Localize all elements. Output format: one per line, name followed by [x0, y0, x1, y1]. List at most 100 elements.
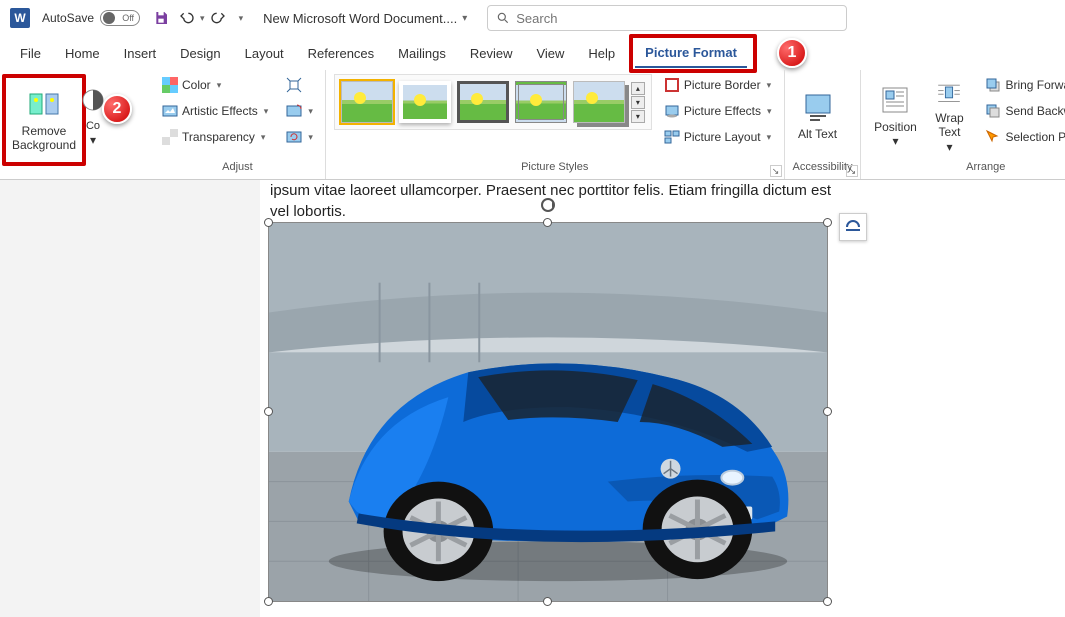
- picture-style-thumb[interactable]: [341, 81, 393, 123]
- tab-references[interactable]: References: [298, 40, 384, 67]
- accessibility-group-label: Accessibility: [793, 161, 853, 175]
- title-bar: W AutoSave Off ▾ ▾ New Microsoft Word Do…: [0, 0, 1065, 36]
- autosave-toggle[interactable]: Off: [100, 10, 140, 26]
- remove-background-label: Remove Background: [10, 124, 78, 153]
- position-button[interactable]: Position▾: [869, 74, 921, 158]
- send-backward-icon: [985, 103, 1001, 119]
- resize-handle[interactable]: [264, 597, 273, 606]
- artistic-effects-button[interactable]: Artistic Effects▾: [158, 100, 272, 122]
- arrange-group-label: Arrange: [869, 161, 1065, 175]
- resize-handle[interactable]: [264, 407, 273, 416]
- rotate-handle[interactable]: [540, 197, 556, 213]
- picture-selection-frame[interactable]: [268, 222, 828, 602]
- bring-forward-icon: [985, 77, 1001, 93]
- tab-home[interactable]: Home: [55, 40, 110, 67]
- transparency-button[interactable]: Transparency▾: [158, 126, 272, 148]
- ribbon-tabs: File Home Insert Design Layout Reference…: [0, 36, 1065, 70]
- gallery-down-icon[interactable]: ▾: [631, 96, 645, 109]
- send-backward-button[interactable]: Send Backward▾: [981, 100, 1065, 122]
- compress-icon: [286, 77, 302, 93]
- autosave-label: AutoSave: [42, 11, 94, 25]
- position-label: Position: [874, 120, 917, 134]
- picture-border-button[interactable]: Picture Border▾: [660, 74, 776, 96]
- ribbon: Remove Background Co▾ 2 . Color▾ Artisti…: [0, 70, 1065, 180]
- artistic-effects-icon: [162, 103, 178, 119]
- paragraph-text: ipsum vitae laoreet ullamcorper. Praesen…: [270, 180, 1055, 222]
- remove-background-icon: [28, 88, 60, 120]
- inserted-picture[interactable]: [269, 223, 827, 601]
- reset-picture-button[interactable]: ▾: [282, 126, 317, 148]
- tab-picture-format[interactable]: Picture Format: [635, 39, 747, 68]
- bring-forward-button[interactable]: Bring Forward▾: [981, 74, 1065, 96]
- color-button[interactable]: Color▾: [158, 74, 272, 96]
- color-icon: [162, 77, 178, 93]
- callout-highlight-picture-format: Picture Format: [629, 34, 757, 73]
- compress-pictures-button[interactable]: [282, 74, 317, 96]
- picture-style-thumb[interactable]: [399, 81, 451, 123]
- alt-text-icon: [802, 91, 834, 123]
- picture-effects-icon: [664, 103, 680, 119]
- tab-insert[interactable]: Insert: [114, 40, 167, 67]
- transparency-icon: [162, 129, 178, 145]
- redo-button[interactable]: [207, 7, 229, 29]
- picture-style-thumb[interactable]: [573, 81, 625, 123]
- resize-handle[interactable]: [823, 218, 832, 227]
- remove-background-button[interactable]: Remove Background: [6, 78, 82, 162]
- adjust-group-label: Adjust: [158, 161, 317, 175]
- resize-handle[interactable]: [543, 218, 552, 227]
- tab-mailings[interactable]: Mailings: [388, 40, 456, 67]
- corrections-button[interactable]: Co▾: [84, 74, 102, 158]
- picture-style-thumb[interactable]: [515, 81, 567, 123]
- selection-pane-icon: [985, 129, 1001, 145]
- tab-layout[interactable]: Layout: [235, 40, 294, 67]
- page-margin: [0, 180, 260, 617]
- search-box[interactable]: [487, 5, 847, 31]
- picture-styles-group-label: Picture Styles: [334, 161, 776, 175]
- reset-picture-icon: [286, 129, 302, 145]
- callout-number-1: 1: [777, 38, 807, 68]
- picture-layout-icon: [664, 129, 680, 145]
- tab-view[interactable]: View: [526, 40, 574, 67]
- resize-handle[interactable]: [543, 597, 552, 606]
- position-icon: [879, 84, 911, 116]
- resize-handle[interactable]: [823, 597, 832, 606]
- document-title[interactable]: New Microsoft Word Document.... ▾: [263, 11, 467, 26]
- document-page[interactable]: ipsum vitae laoreet ullamcorper. Praesen…: [260, 180, 1065, 617]
- gallery-up-icon[interactable]: ▴: [631, 82, 645, 95]
- word-app-icon: W: [10, 8, 30, 28]
- tab-design[interactable]: Design: [170, 40, 230, 67]
- wrap-text-button[interactable]: Wrap Text▾: [925, 74, 973, 158]
- resize-handle[interactable]: [264, 218, 273, 227]
- alt-text-button[interactable]: Alt Text: [793, 74, 843, 158]
- gallery-scroll[interactable]: ▴ ▾ ▾: [631, 82, 645, 123]
- gallery-more-icon[interactable]: ▾: [631, 110, 645, 123]
- tab-file[interactable]: File: [10, 40, 51, 67]
- wrap-text-label: Wrap Text: [929, 111, 969, 140]
- picture-effects-button[interactable]: Picture Effects▾: [660, 100, 776, 122]
- alt-text-label: Alt Text: [798, 127, 837, 141]
- chevron-down-icon: ▾: [462, 13, 467, 24]
- dialog-launcher-icon[interactable]: ↘: [770, 165, 782, 177]
- dialog-launcher-icon[interactable]: ↘: [846, 165, 858, 177]
- document-area: ipsum vitae laoreet ullamcorper. Praesen…: [0, 180, 1065, 617]
- picture-border-icon: [664, 77, 680, 93]
- picture-layout-button[interactable]: Picture Layout▾: [660, 126, 776, 148]
- search-input[interactable]: [516, 11, 838, 26]
- callout-highlight-remove-bg: Remove Background: [2, 74, 86, 166]
- tab-review[interactable]: Review: [460, 40, 523, 67]
- change-picture-icon: [286, 103, 302, 119]
- wrap-text-icon: [933, 78, 965, 107]
- autosave-state: Off: [122, 13, 134, 23]
- save-button[interactable]: [150, 7, 172, 29]
- change-picture-button[interactable]: ▾: [282, 100, 317, 122]
- search-icon: [496, 11, 510, 25]
- layout-options-icon: [844, 218, 862, 236]
- undo-button[interactable]: [176, 7, 198, 29]
- tab-help[interactable]: Help: [578, 40, 625, 67]
- callout-number-2: 2: [102, 94, 132, 124]
- selection-pane-button[interactable]: Selection Pane: [981, 126, 1065, 148]
- resize-handle[interactable]: [823, 407, 832, 416]
- picture-styles-gallery[interactable]: ▴ ▾ ▾: [334, 74, 652, 130]
- layout-options-button[interactable]: [839, 213, 867, 241]
- picture-style-thumb[interactable]: [457, 81, 509, 123]
